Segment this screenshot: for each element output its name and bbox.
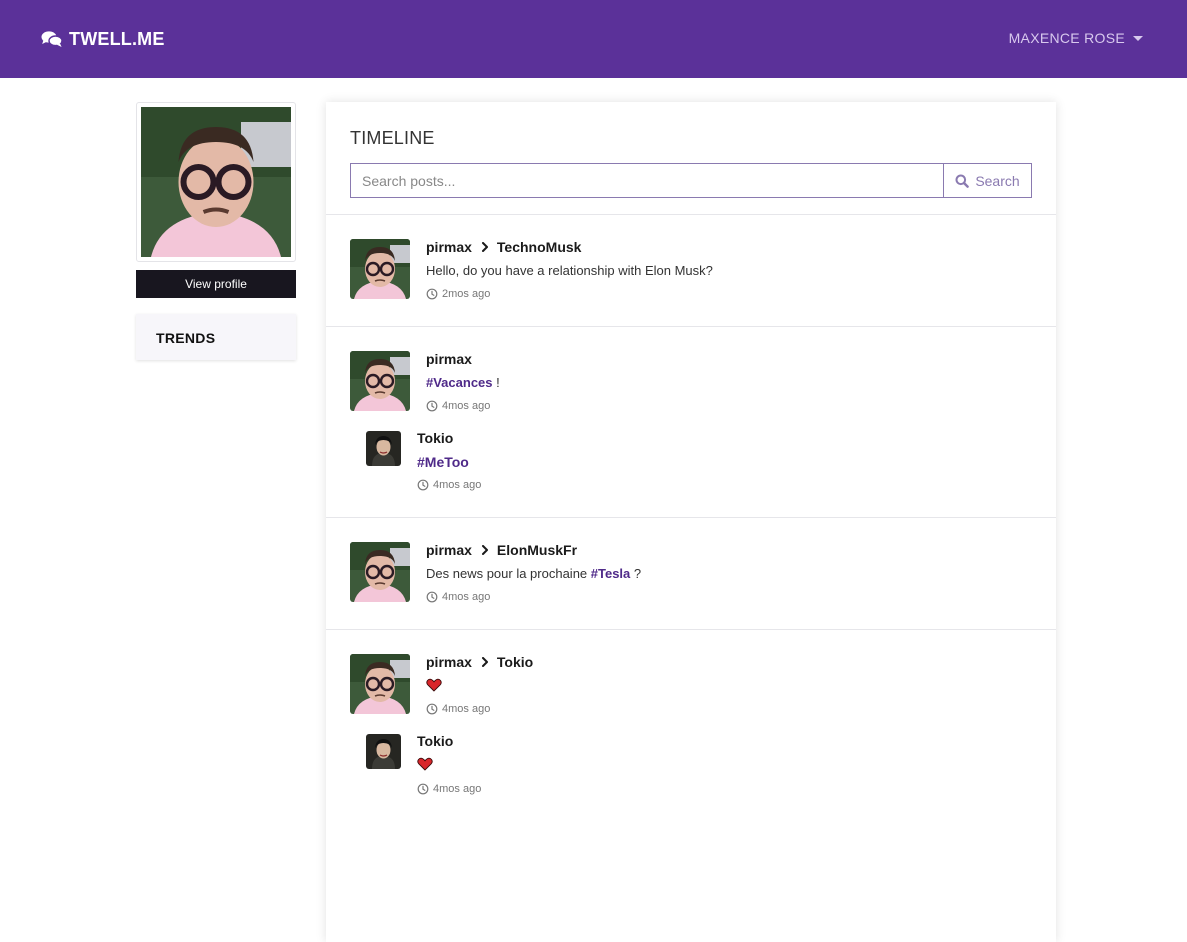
post-author[interactable]: pirmax xyxy=(426,351,472,367)
clock-icon xyxy=(426,703,438,715)
reply-time-label: 4mos ago xyxy=(433,479,482,491)
reply-header: Tokio xyxy=(417,430,453,446)
chevron-right-icon xyxy=(481,657,489,667)
hashtag-link[interactable]: #Vacances xyxy=(426,375,493,390)
post-header: pirmax TechnoMusk xyxy=(426,239,581,255)
profile-photo xyxy=(141,107,291,257)
post-recipient[interactable]: ElonMuskFr xyxy=(497,542,577,558)
clock-icon xyxy=(417,783,429,795)
clock-icon xyxy=(426,591,438,603)
post-item: pirmax ElonMuskFr Des news pour la proch… xyxy=(326,517,1056,629)
post-recipient[interactable]: Tokio xyxy=(497,654,533,670)
post-text-suffix: ? xyxy=(630,566,642,581)
brand-logo[interactable]: TWELL.ME xyxy=(41,28,165,50)
post-time: 2mos ago xyxy=(426,288,490,300)
avatar[interactable] xyxy=(350,542,410,602)
search-input[interactable] xyxy=(350,163,944,198)
post-time-label: 4mos ago xyxy=(442,703,491,715)
avatar[interactable] xyxy=(350,654,410,714)
reply-author[interactable]: Tokio xyxy=(417,430,453,446)
clock-icon xyxy=(417,479,429,491)
heart-icon xyxy=(426,678,442,692)
post-time-label: 4mos ago xyxy=(442,400,491,412)
navbar: TWELL.ME MAXENCE ROSE xyxy=(0,0,1187,78)
clock-icon xyxy=(426,400,438,412)
hashtag-link[interactable]: #Tesla xyxy=(591,566,631,581)
post-text-prefix: Des news pour la prochaine xyxy=(426,566,591,581)
post-header: pirmax xyxy=(426,351,472,367)
chevron-right-icon xyxy=(481,242,489,252)
chevron-right-icon xyxy=(481,545,489,555)
reply-header: Tokio xyxy=(417,733,453,749)
post-header: pirmax ElonMuskFr xyxy=(426,542,577,558)
post-text: #Vacances ! xyxy=(426,375,500,390)
post-author[interactable]: pirmax xyxy=(426,239,472,255)
caret-down-icon xyxy=(1133,35,1143,41)
profile-picture xyxy=(136,102,296,262)
reply-author[interactable]: Tokio xyxy=(417,733,453,749)
post-time-label: 4mos ago xyxy=(442,591,491,603)
avatar[interactable] xyxy=(366,734,401,769)
trends-title: TRENDS xyxy=(156,330,216,346)
reply-time-label: 4mos ago xyxy=(433,783,482,795)
post-item: pirmax TechnoMusk Hello, do you have a r… xyxy=(326,214,1056,326)
user-name: MAXENCE ROSE xyxy=(1008,30,1125,46)
hashtag-link[interactable]: #MeToo xyxy=(417,454,469,470)
timeline-panel: TIMELINE Search pirmax TechnoMusk Hello,… xyxy=(326,102,1056,942)
post-time-label: 2mos ago xyxy=(442,288,491,300)
post-item: pirmax #Vacances ! 4mos ago Tokio #MeToo… xyxy=(326,326,1056,517)
heart-icon xyxy=(417,757,433,771)
user-dropdown[interactable]: MAXENCE ROSE xyxy=(1009,30,1143,46)
search-button-label: Search xyxy=(975,172,1020,189)
post-author[interactable]: pirmax xyxy=(426,542,472,558)
avatar[interactable] xyxy=(366,431,401,466)
post-item: pirmax Tokio 4mos ago Tokio 4mos ago xyxy=(326,629,1056,829)
post-time: 4mos ago xyxy=(426,591,490,603)
post-text: Des news pour la prochaine #Tesla ? xyxy=(426,566,641,581)
post-author[interactable]: pirmax xyxy=(426,654,472,670)
timeline-title: TIMELINE xyxy=(350,128,435,148)
trends-panel: TRENDS xyxy=(136,314,296,360)
clock-icon xyxy=(426,288,438,300)
post-text-suffix: ! xyxy=(492,375,500,390)
reply-time: 4mos ago xyxy=(417,479,481,491)
avatar[interactable] xyxy=(350,239,410,299)
post-text xyxy=(426,678,442,695)
search-button[interactable]: Search xyxy=(943,163,1032,198)
post-recipient[interactable]: TechnoMusk xyxy=(497,239,582,255)
reply-text: #MeToo xyxy=(417,454,469,470)
brand-name: TWELL.ME xyxy=(69,28,165,49)
post-time: 4mos ago xyxy=(426,400,490,412)
avatar[interactable] xyxy=(350,351,410,411)
reply-text xyxy=(417,757,433,774)
reply-time: 4mos ago xyxy=(417,783,481,795)
post-header: pirmax Tokio xyxy=(426,654,533,670)
post-time: 4mos ago xyxy=(426,703,490,715)
search-icon xyxy=(955,174,970,188)
view-profile-button[interactable]: View profile xyxy=(136,270,296,298)
post-text: Hello, do you have a relationship with E… xyxy=(426,263,713,278)
comments-icon xyxy=(41,31,63,47)
